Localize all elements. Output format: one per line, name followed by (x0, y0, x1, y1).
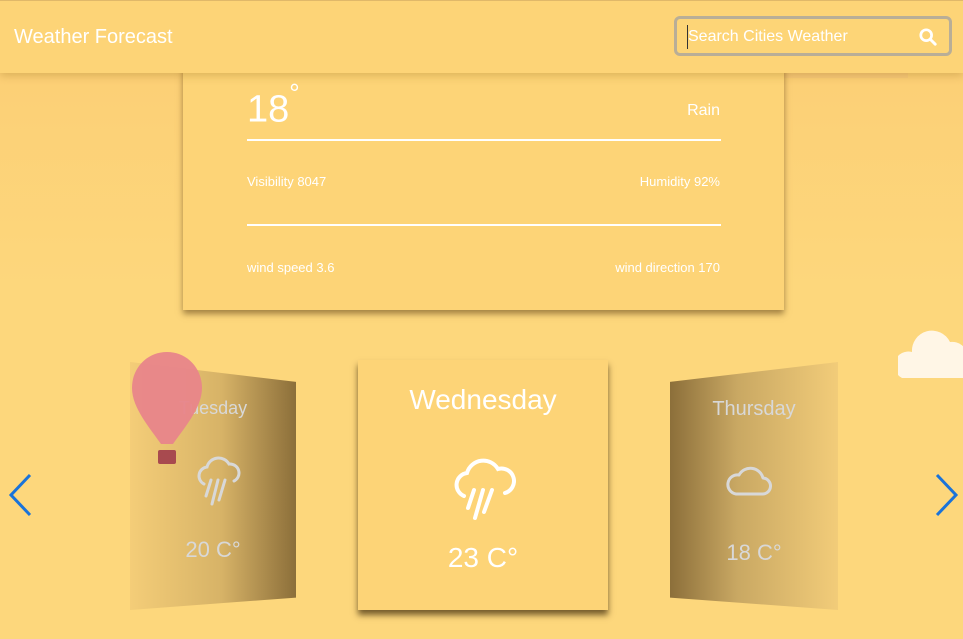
day-card-thursday[interactable]: Thursday 18 C° (670, 362, 838, 610)
chevron-left-icon[interactable] (6, 472, 36, 518)
current-weather-card: 18° Rain Visibility 8047 Humidity 92% wi… (183, 60, 784, 310)
degree-symbol: ° (289, 78, 300, 108)
day-temperature: 23 C° (447, 542, 519, 573)
wind-speed-label: wind speed 3.6 (247, 260, 335, 275)
day-temperature: 18 C° (726, 540, 782, 565)
humidity-label: Humidity 92% (639, 174, 720, 189)
app-title[interactable]: Weather Forecast (14, 26, 173, 49)
rain-cloud-icon (454, 458, 516, 520)
chevron-right-icon[interactable] (931, 472, 961, 518)
search-input[interactable] (687, 25, 908, 49)
cloud-icon (726, 466, 772, 496)
day-name: Wednesday (409, 384, 557, 415)
wind-direction-label: wind direction 170 (615, 260, 720, 275)
day-card-wednesday[interactable]: Wednesday 23 C° (358, 360, 608, 610)
hot-air-balloon-icon (132, 352, 202, 464)
current-temperature: 18° (247, 78, 300, 131)
divider (247, 139, 721, 141)
visibility-label: Visibility 8047 (247, 174, 327, 189)
top-navbar: Weather Forecast (0, 0, 963, 73)
weather-condition: Rain (687, 102, 720, 119)
day-name: Thursday (712, 398, 796, 420)
cloud-decoration-icon (898, 330, 963, 378)
day-temperature: 20 C° (185, 537, 241, 562)
divider (247, 224, 721, 226)
search-box[interactable] (674, 16, 952, 56)
search-icon[interactable] (919, 28, 937, 46)
